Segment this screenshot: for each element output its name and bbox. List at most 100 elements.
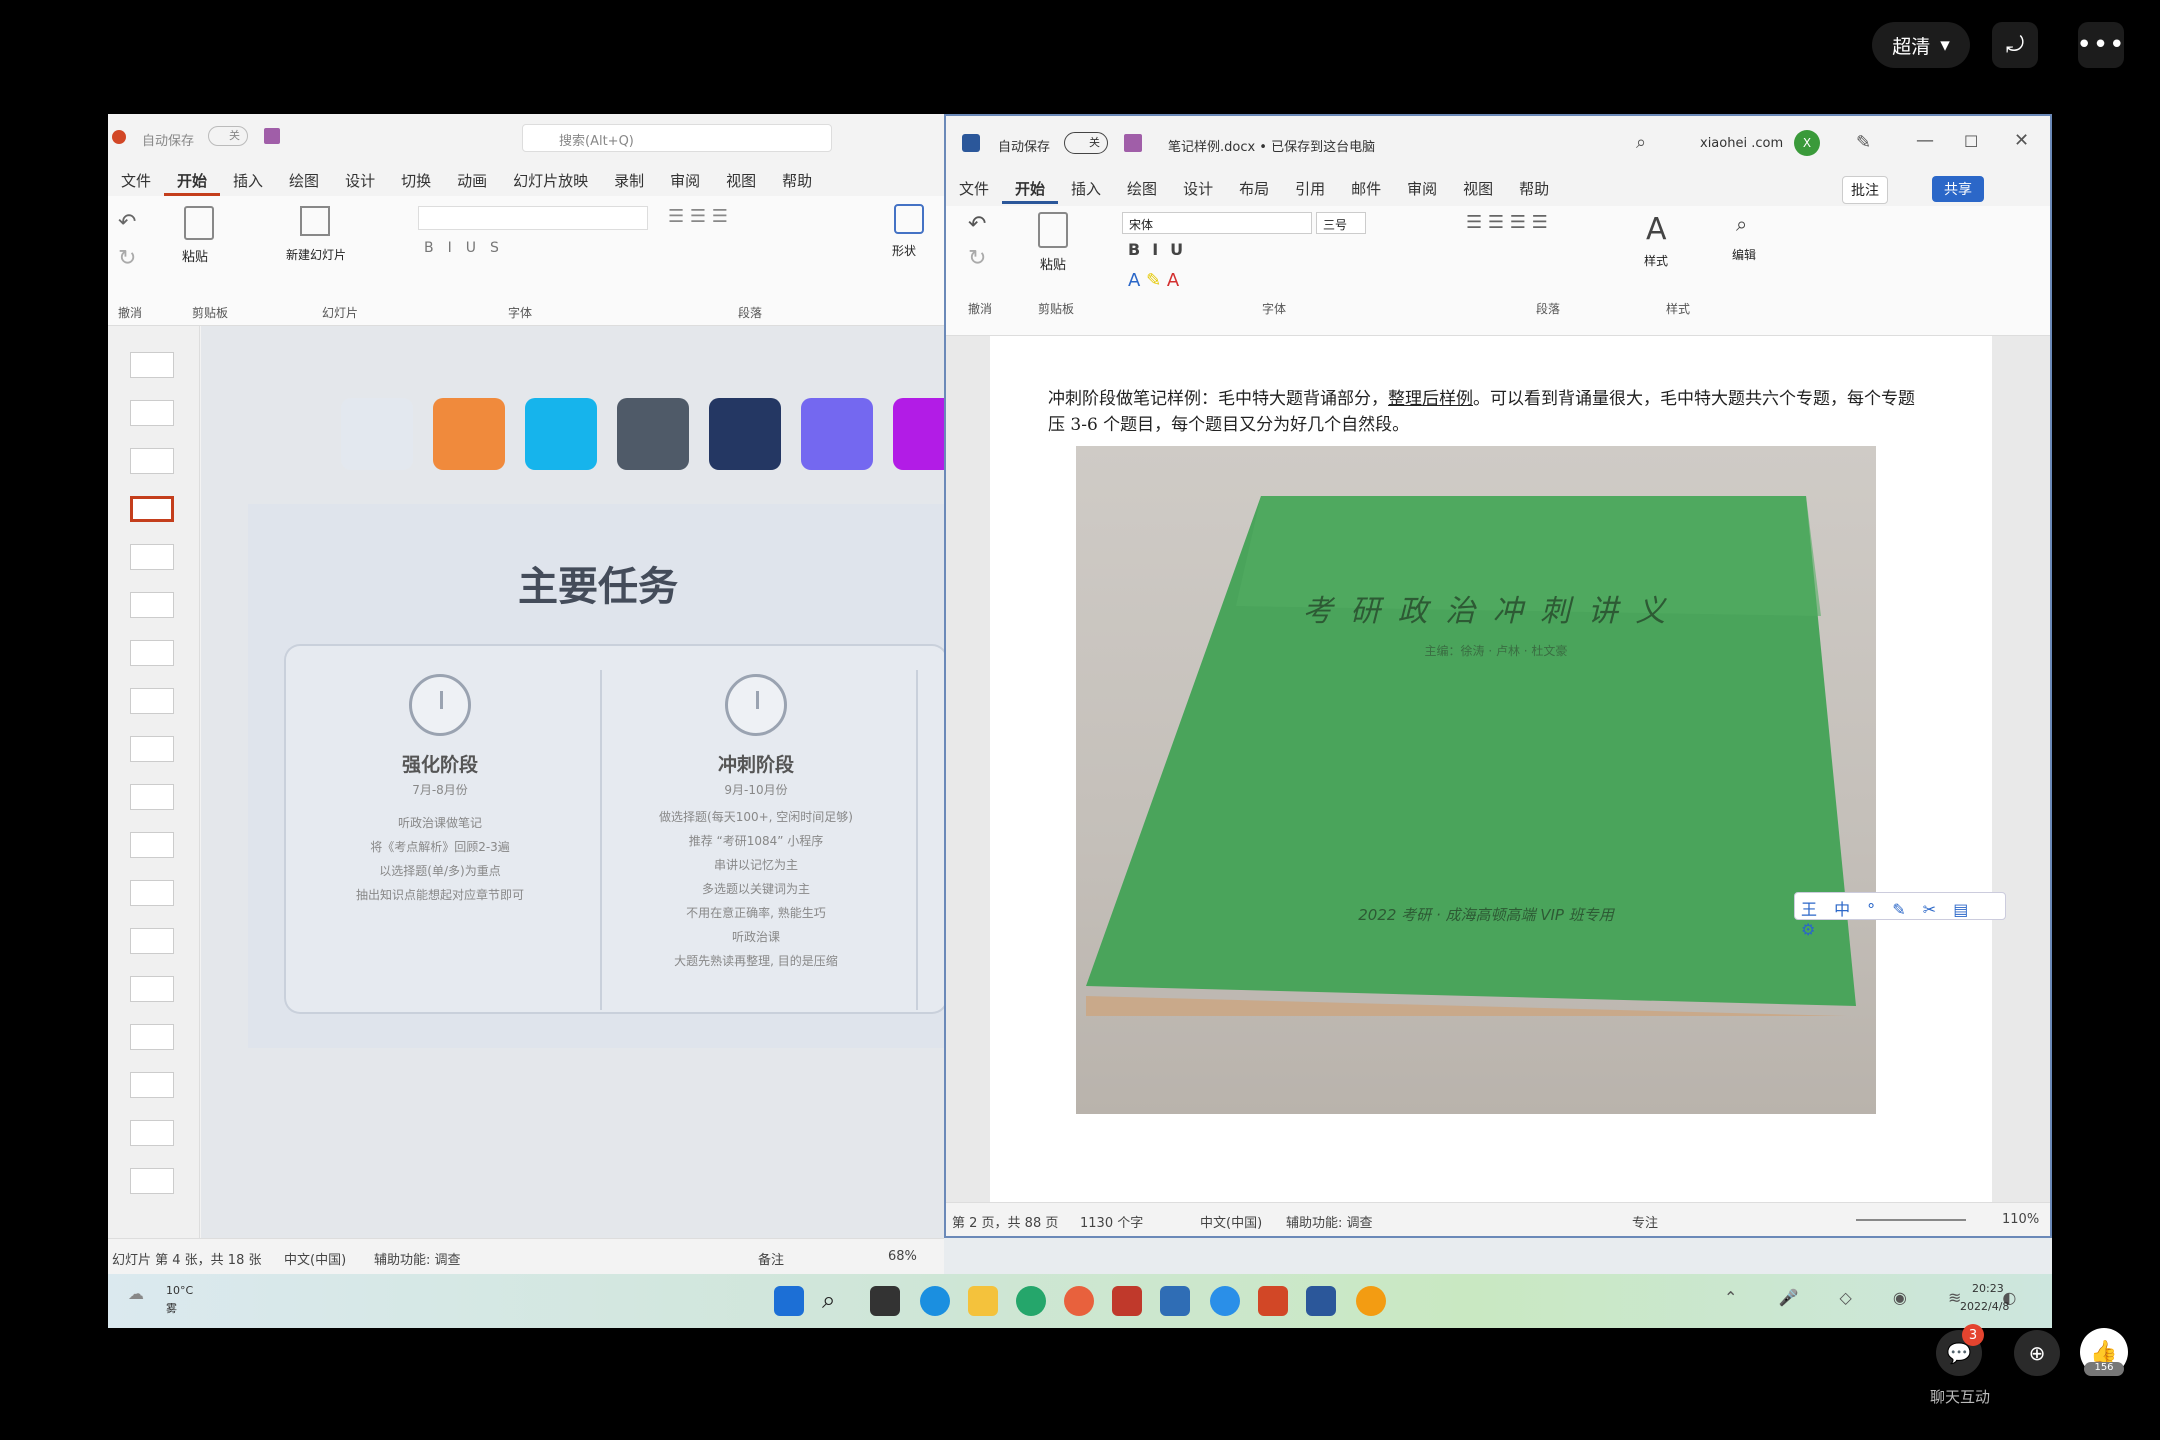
word-language[interactable]: 中文(中国) (1200, 1212, 1262, 1231)
weather-icon[interactable]: ☁ (128, 1284, 144, 1303)
weather-temp[interactable]: 10°C (166, 1284, 193, 1297)
minimize-icon[interactable]: — (1916, 130, 1934, 151)
ppt-tab[interactable]: 帮助 (769, 164, 825, 196)
book-photo[interactable]: 考 研 政 治 冲 刺 讲 义 主编：徐涛 · 卢林 · 杜文豪 2022 考研… (1076, 446, 1876, 1114)
redo-icon[interactable]: ↻ (968, 246, 986, 271)
ppt-autosave-toggle[interactable]: 关 (208, 126, 248, 146)
slide-thumbnail[interactable] (130, 544, 174, 570)
edge-icon[interactable] (920, 1286, 950, 1316)
ppt-tab[interactable]: 绘图 (276, 164, 332, 196)
app-icon[interactable] (1112, 1286, 1142, 1316)
word-tab-home[interactable]: 开始 (1002, 172, 1059, 204)
focus-mode-button[interactable]: 专注 (1632, 1212, 1658, 1231)
slide-thumbnail[interactable] (130, 880, 174, 906)
photos-icon[interactable] (1160, 1286, 1190, 1316)
ppt-tab[interactable]: 审阅 (657, 164, 713, 196)
font-color-icons[interactable]: A ✎ A (1128, 270, 1179, 291)
slide-thumbnail[interactable] (130, 1072, 174, 1098)
ime-toolbar[interactable]: 王 中 ° ✎ ✂ ▤ ⚙ (1794, 892, 2006, 939)
new-slide-icon[interactable] (300, 206, 330, 236)
word-accessibility[interactable]: 辅助功能: 调查 (1286, 1212, 1373, 1231)
font-size-select[interactable]: 三号 (1316, 212, 1366, 234)
ppt-tab[interactable]: 切换 (388, 164, 444, 196)
link-button[interactable]: ⊕ (2014, 1330, 2060, 1376)
font-format-icons[interactable]: BIU (1128, 240, 1195, 259)
app-icon[interactable] (1016, 1286, 1046, 1316)
pen-icon[interactable]: ✎ (1856, 132, 1871, 153)
clock-date[interactable]: 2022/4/8 (1960, 1300, 2009, 1313)
close-icon[interactable]: ✕ (2014, 130, 2029, 151)
word-tab[interactable]: 文件 (946, 172, 1002, 204)
slide-thumbnail[interactable] (130, 784, 174, 810)
slide-thumbnail[interactable] (130, 1024, 174, 1050)
ppt-tab[interactable]: 设计 (332, 164, 388, 196)
document-paragraph[interactable]: 冲刺阶段做笔记样例：毛中特大题背诵部分，整理后样例。可以看到背诵量很大，毛中特大… (1048, 386, 1928, 438)
word-tab[interactable]: 帮助 (1506, 172, 1562, 204)
clock-time[interactable]: 20:23 (1972, 1282, 2004, 1295)
ppt-tab[interactable]: 文件 (108, 164, 164, 196)
font-format-icons[interactable]: BIUS (424, 240, 513, 256)
ppt-tab-home[interactable]: 开始 (164, 164, 221, 196)
shapes-icon[interactable] (894, 204, 924, 234)
slide-thumbnail[interactable] (130, 640, 174, 666)
document-title[interactable]: 笔记样例.docx • 已保存到这台电脑 (1168, 136, 1375, 155)
powerpoint-taskbar-icon[interactable] (1258, 1286, 1288, 1316)
ppt-language[interactable]: 中文(中国) (284, 1249, 346, 1268)
avatar[interactable]: X (1794, 130, 1820, 156)
weather-desc[interactable]: 雾 (166, 1300, 177, 1316)
slide-thumbnail[interactable] (130, 928, 174, 954)
paste-icon[interactable] (1038, 212, 1068, 248)
save-icon[interactable] (1124, 134, 1142, 152)
ppt-tab[interactable]: 幻灯片放映 (500, 164, 601, 196)
undo-icon[interactable]: ↶ (968, 212, 986, 237)
comments-button[interactable]: 批注 (1842, 176, 1888, 204)
ppt-tab[interactable]: 插入 (220, 164, 276, 196)
slide-thumbnail[interactable] (130, 1168, 174, 1194)
slide-thumbnail[interactable] (130, 976, 174, 1002)
file-explorer-icon[interactable] (968, 1286, 998, 1316)
slide-thumbnail[interactable] (130, 688, 174, 714)
slide-thumbnail[interactable] (130, 832, 174, 858)
paste-icon[interactable] (184, 206, 214, 240)
redo-icon[interactable]: ↻ (118, 246, 136, 271)
page-count[interactable]: 第 2 页，共 88 页 (952, 1212, 1058, 1231)
list-icons[interactable]: ☰ ☰ ☰ (668, 206, 728, 227)
styles-icon[interactable]: A (1646, 212, 1667, 247)
word-tab[interactable]: 布局 (1226, 172, 1282, 204)
more-options-button[interactable]: ••• (2077, 22, 2125, 68)
word-count[interactable]: 1130 个字 (1080, 1212, 1143, 1231)
chrome-icon[interactable] (1064, 1286, 1094, 1316)
word-tab[interactable]: 绘图 (1114, 172, 1170, 204)
app-icon[interactable] (1210, 1286, 1240, 1316)
ppt-tab[interactable]: 录制 (601, 164, 657, 196)
maximize-icon[interactable]: ☐ (1964, 132, 1978, 151)
quality-selector[interactable]: 超清 ▾ (1872, 22, 1970, 68)
word-tab[interactable]: 设计 (1170, 172, 1226, 204)
ppt-tab[interactable]: 视图 (713, 164, 769, 196)
undo-icon[interactable]: ↶ (118, 210, 136, 235)
word-tab[interactable]: 审阅 (1394, 172, 1450, 204)
ppt-search-box[interactable]: 搜索(Alt+Q) (522, 124, 832, 152)
word-autosave-toggle[interactable]: 关 (1064, 132, 1108, 154)
search-icon[interactable]: ⌕ (1636, 132, 1646, 153)
notes-button[interactable]: 备注 (758, 1249, 784, 1268)
font-name-select[interactable]: 宋体 (1122, 212, 1312, 234)
slide-thumbnail-active[interactable] (130, 496, 174, 522)
word-tab[interactable]: 引用 (1282, 172, 1338, 204)
slide-thumbnail[interactable] (130, 736, 174, 762)
task-view-icon[interactable] (870, 1286, 900, 1316)
search-icon[interactable]: ⌕ (822, 1286, 852, 1316)
share-button[interactable]: 共享 (1932, 176, 1984, 202)
paragraph-icons[interactable]: ☰ ☰ ☰ ☰ (1466, 212, 1548, 233)
word-tab[interactable]: 视图 (1450, 172, 1506, 204)
slide[interactable]: 主要任务 强化阶段 7月-8月份 听政治课做笔记 将《考点解析》回顾2-3遍 以… (248, 504, 948, 1048)
slide-thumbnail[interactable] (130, 1120, 174, 1146)
ppt-tab[interactable]: 动画 (444, 164, 500, 196)
zoom-slider[interactable] (1856, 1219, 1966, 1221)
word-zoom-level[interactable]: 110% (2002, 1212, 2039, 1227)
ppt-zoom-level[interactable]: 68% (888, 1249, 917, 1264)
word-tab[interactable]: 邮件 (1338, 172, 1394, 204)
slide-thumbnail[interactable] (130, 400, 174, 426)
rotate-screen-button[interactable]: ⤾ (1992, 22, 2038, 68)
ppt-font-select[interactable] (418, 206, 648, 230)
